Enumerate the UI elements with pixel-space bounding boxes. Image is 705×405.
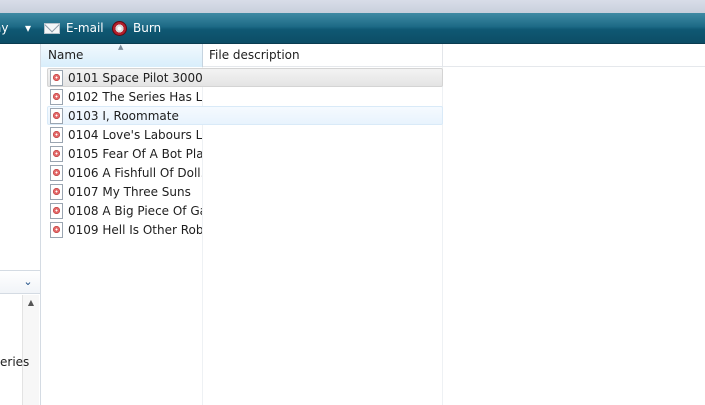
file-name: 0101 Space Pilot 3000 bbox=[68, 70, 202, 85]
column-header-row: ▲ Name File description bbox=[41, 44, 705, 67]
media-file-icon bbox=[50, 126, 63, 143]
file-row[interactable]: 0103 I, Roommate bbox=[47, 106, 443, 125]
burn-label: Burn bbox=[133, 21, 162, 35]
play-button[interactable]: ay bbox=[0, 13, 20, 43]
media-file-icon bbox=[50, 145, 63, 162]
media-file-icon bbox=[50, 69, 63, 86]
file-row[interactable]: 0108 A Big Piece Of Ga... bbox=[47, 201, 443, 220]
file-row[interactable]: 0101 Space Pilot 3000 bbox=[47, 68, 443, 87]
file-name: 0105 Fear Of A Bot Pla... bbox=[68, 146, 202, 161]
media-file-icon bbox=[50, 164, 63, 181]
chevron-down-icon: ▾ bbox=[24, 21, 32, 35]
column-name-label: Name bbox=[48, 48, 84, 62]
file-row[interactable]: 0109 Hell Is Other Rob... bbox=[47, 220, 443, 239]
play-dropdown-arrow[interactable]: ▾ bbox=[20, 13, 36, 43]
file-list-view: ▲ Name File description 0101 Space Pilot… bbox=[41, 44, 705, 405]
file-name: 0102 The Series Has La... bbox=[68, 89, 202, 104]
media-file-icon bbox=[50, 107, 63, 124]
column-description-label: File description bbox=[209, 48, 300, 62]
window-frame-top bbox=[0, 0, 705, 13]
sort-ascending-icon: ▲ bbox=[118, 43, 124, 51]
navigation-pane: ⌄ ▲ eries bbox=[0, 44, 41, 405]
scroll-up-arrow-icon[interactable]: ▲ bbox=[26, 298, 36, 308]
folder-tree-item[interactable]: eries bbox=[0, 355, 29, 369]
file-name: 0107 My Three Suns bbox=[68, 184, 191, 199]
burn-button[interactable]: Burn bbox=[112, 13, 161, 43]
email-label: E-mail bbox=[66, 21, 104, 35]
file-row[interactable]: 0104 Love's Labours Lo... bbox=[47, 125, 443, 144]
email-button[interactable]: E-mail bbox=[44, 13, 104, 43]
disc-burn-icon bbox=[112, 20, 127, 36]
file-name: 0109 Hell Is Other Rob... bbox=[68, 222, 202, 237]
navigation-scrollbar[interactable]: ▲ bbox=[22, 295, 39, 405]
media-file-icon bbox=[50, 202, 63, 219]
file-row[interactable]: 0105 Fear Of A Bot Pla... bbox=[47, 144, 443, 163]
file-name: 0103 I, Roommate bbox=[68, 108, 179, 123]
file-row[interactable]: 0106 A Fishfull Of Doll... bbox=[47, 163, 443, 182]
file-row[interactable]: 0102 The Series Has La... bbox=[47, 87, 443, 106]
folders-divider[interactable]: ⌄ bbox=[0, 270, 40, 294]
column-header-name[interactable]: ▲ Name bbox=[41, 44, 203, 67]
file-row[interactable]: 0107 My Three Suns bbox=[47, 182, 443, 201]
chevron-down-icon[interactable]: ⌄ bbox=[22, 276, 34, 288]
play-label: ay bbox=[0, 21, 9, 35]
file-name: 0104 Love's Labours Lo... bbox=[68, 127, 202, 142]
file-name: 0108 A Big Piece Of Ga... bbox=[68, 203, 202, 218]
envelope-icon bbox=[44, 22, 60, 34]
command-toolbar: ay ▾ E-mail Burn bbox=[0, 13, 705, 44]
column-header-file-description[interactable]: File description bbox=[203, 44, 443, 67]
media-file-icon bbox=[50, 183, 63, 200]
media-file-icon bbox=[50, 221, 63, 238]
file-name: 0106 A Fishfull Of Doll... bbox=[68, 165, 202, 180]
media-file-icon bbox=[50, 88, 63, 105]
